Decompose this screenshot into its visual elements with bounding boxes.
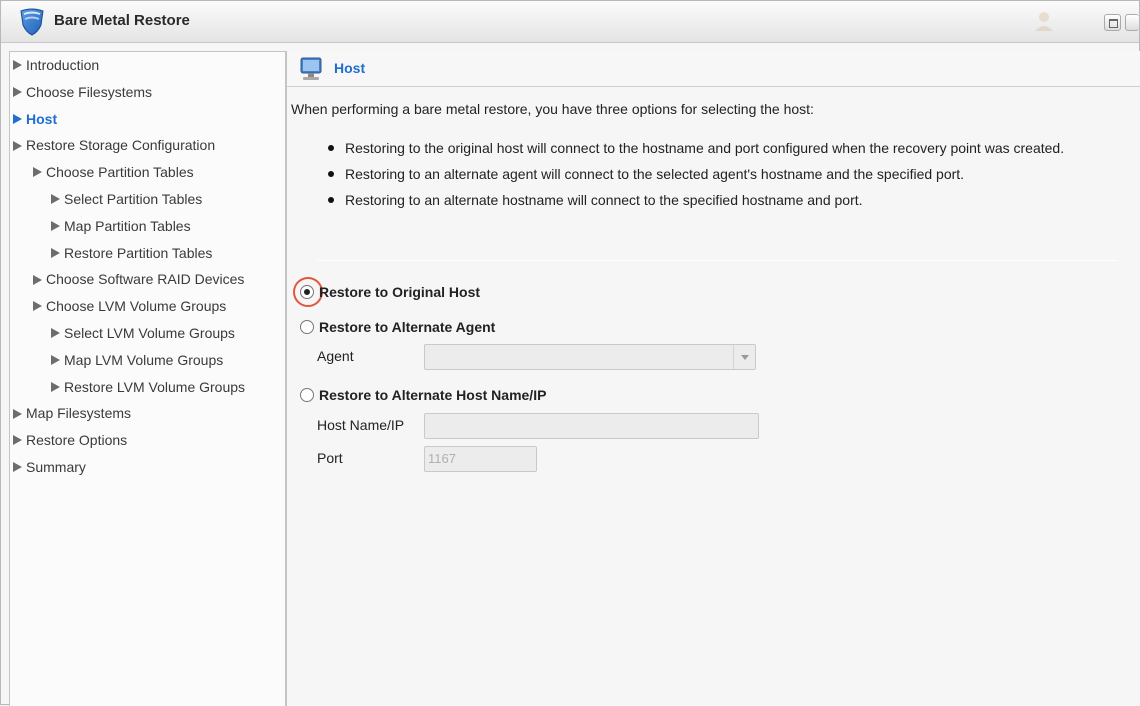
sidebar-item[interactable]: Choose Software RAID Devices: [33, 268, 244, 290]
sidebar-item[interactable]: Choose LVM Volume Groups: [33, 295, 226, 317]
chevron-down-icon[interactable]: [733, 345, 755, 369]
arrow-right-icon: [13, 462, 22, 473]
hostname-label: Host Name/IP: [317, 417, 405, 433]
radio-label: Restore to Alternate Agent: [319, 319, 496, 335]
sidebar-item-label: Introduction: [26, 57, 100, 73]
arrow-right-icon: [51, 194, 60, 205]
sidebar-item[interactable]: Introduction: [13, 54, 99, 76]
bullet-icon: [328, 145, 334, 151]
sidebar-item-label: Choose LVM Volume Groups: [46, 298, 227, 315]
sidebar-item-label: Restore Storage Configuration: [26, 137, 216, 154]
sidebar-item-label: Summary: [26, 459, 86, 475]
sidebar-item-label: Select Partition Tables: [64, 191, 203, 207]
agent-select[interactable]: [424, 344, 756, 370]
sidebar-item[interactable]: Map Filesystems: [13, 402, 131, 424]
sidebar-item-label: Choose Software RAID Devices: [46, 271, 245, 288]
arrow-right-icon: [13, 435, 22, 446]
sidebar-item[interactable]: Restore Partition Tables: [51, 242, 212, 264]
sidebar-item-label: Map LVM Volume Groups: [64, 351, 224, 368]
agent-label: Agent: [317, 348, 354, 364]
sidebar-item-label: Choose Partition Tables: [46, 164, 194, 181]
sidebar-item[interactable]: Restore Storage Configuration: [13, 134, 215, 156]
sidebar-item[interactable]: Select Partition Tables: [51, 188, 202, 210]
sidebar-item-label: Restore LVM Volume Groups: [64, 378, 246, 395]
radio-unchecked-icon[interactable]: [300, 319, 314, 334]
restore-alternate-host-radio[interactable]: Restore to Alternate Host Name/IP: [300, 385, 546, 405]
sidebar-item[interactable]: Host: [13, 108, 57, 130]
options-description-list: Restoring to the original host will conn…: [315, 138, 1115, 216]
arrow-right-icon: [33, 167, 42, 178]
arrow-right-icon: [51, 355, 60, 366]
arrow-right-icon: [51, 221, 60, 232]
sidebar-item[interactable]: Choose Filesystems: [13, 81, 152, 103]
list-item: Restoring to an alternate hostname will …: [315, 190, 1115, 210]
sidebar-item-label: Restore Options: [26, 432, 128, 449]
arrow-right-icon: [13, 113, 22, 124]
arrow-right-icon: [51, 328, 60, 339]
arrow-right-icon: [51, 381, 60, 392]
radio-checked-icon[interactable]: [300, 284, 314, 299]
sidebar-item-label: Host: [26, 110, 58, 127]
bullet-text: Restoring to the original host will conn…: [345, 140, 1065, 156]
sidebar-item[interactable]: Choose Partition Tables: [33, 161, 194, 183]
sidebar-item[interactable]: Map LVM Volume Groups: [51, 349, 223, 371]
list-item: Restoring to the original host will conn…: [315, 138, 1115, 158]
sidebar-item[interactable]: Restore Options: [13, 429, 127, 451]
arrow-right-icon: [13, 87, 22, 98]
restore-original-host-radio[interactable]: Restore to Original Host: [300, 282, 480, 302]
radio-label: Restore to Original Host: [319, 284, 481, 300]
sidebar-item-label: Choose Filesystems: [26, 83, 153, 100]
arrow-right-icon: [13, 408, 22, 419]
bullet-icon: [328, 171, 334, 177]
shield-icon: [20, 8, 44, 36]
sidebar-item[interactable]: Select LVM Volume Groups: [51, 322, 235, 344]
arrow-right-icon: [13, 140, 22, 151]
user-icon: [1035, 12, 1053, 31]
arrow-right-icon: [13, 60, 22, 71]
intro-text: When performing a bare metal restore, yo…: [291, 101, 814, 117]
radio-label: Restore to Alternate Host Name/IP: [319, 387, 547, 403]
wizard-navigation: Introduction Choose Filesystems Host Restor…: [9, 51, 286, 706]
section-header: Host: [287, 51, 1140, 87]
arrow-right-icon: [51, 247, 60, 258]
sidebar-item-label: Restore Partition Tables: [64, 244, 213, 261]
sidebar-item-label: Map Filesystems: [26, 405, 132, 422]
sidebar-item-label: Map Partition Tables: [64, 217, 191, 234]
window-title: Bare Metal Restore: [54, 12, 190, 29]
radio-unchecked-icon[interactable]: [300, 387, 314, 402]
sidebar-item[interactable]: Restore LVM Volume Groups: [51, 376, 245, 398]
bullet-text: Restoring to an alternate agent will con…: [345, 166, 965, 182]
bare-metal-restore-window: Bare Metal Restore Introduction Choose Fi…: [0, 0, 1140, 706]
divider: [317, 260, 1118, 261]
list-item: Restoring to an alternate agent will con…: [315, 164, 1115, 184]
host-panel: Host When performing a bare metal restor…: [286, 51, 1140, 706]
arrow-right-icon: [33, 274, 42, 285]
hostname-input[interactable]: [424, 413, 759, 439]
close-button[interactable]: [1125, 14, 1139, 31]
monitor-icon: [300, 57, 322, 80]
restore-alternate-agent-radio[interactable]: Restore to Alternate Agent: [300, 317, 495, 337]
port-label: Port: [317, 450, 343, 466]
section-title: Host: [334, 60, 366, 76]
bullet-text: Restoring to an alternate hostname will …: [345, 192, 863, 208]
sidebar-item[interactable]: Summary: [13, 456, 86, 478]
title-bar: Bare Metal Restore: [1, 1, 1139, 43]
bullet-icon: [328, 197, 334, 203]
maximize-button[interactable]: [1104, 14, 1121, 31]
port-input[interactable]: 1167: [424, 446, 537, 472]
arrow-right-icon: [33, 301, 42, 312]
sidebar-item-label: Select LVM Volume Groups: [64, 325, 235, 341]
port-value: 1167: [428, 451, 456, 466]
sidebar-item[interactable]: Map Partition Tables: [51, 215, 191, 237]
